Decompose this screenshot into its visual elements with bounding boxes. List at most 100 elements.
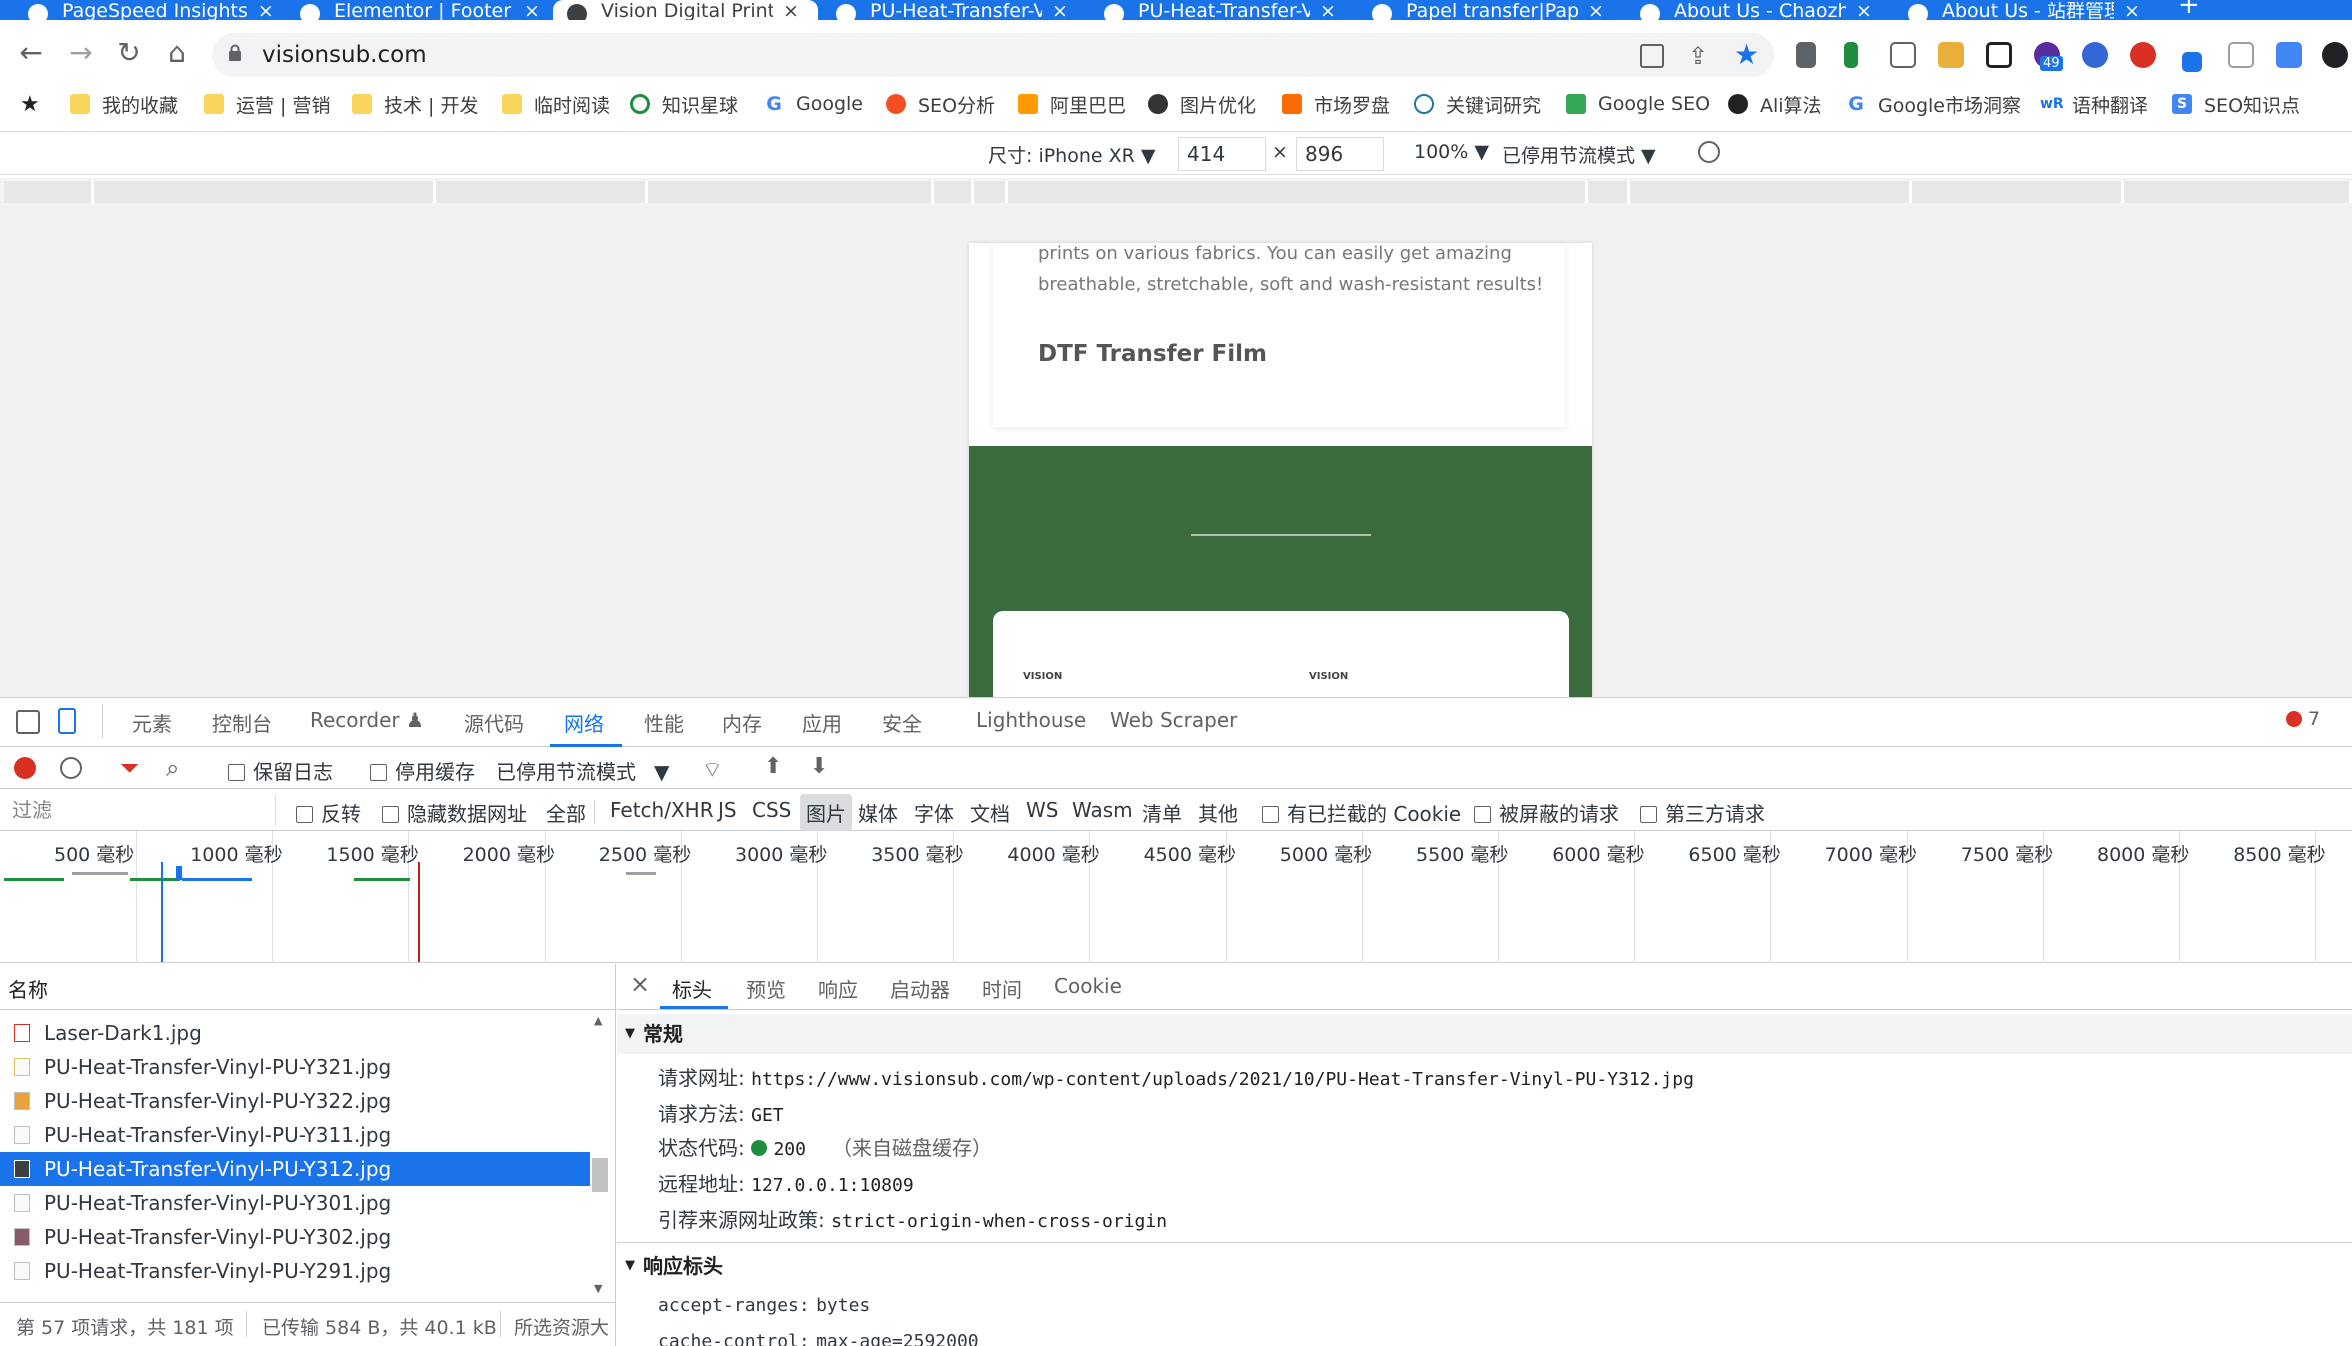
bookmark-item[interactable]: 我的收藏 [70, 92, 178, 117]
extension-icon[interactable] [1796, 42, 1816, 68]
bookmark-item[interactable]: SEO分析 [886, 92, 995, 117]
preserve-log-checkbox[interactable]: 保留日志 [228, 756, 333, 785]
device-size-dropdown[interactable]: 尺寸: iPhone XR ▼ [988, 141, 1155, 168]
request-row-selected[interactable]: PU-Heat-Transfer-Vinyl-PU-Y312.jpg [0, 1152, 590, 1186]
devtools-tab-network[interactable]: 网络 [564, 708, 604, 737]
media-query-segment[interactable] [436, 181, 648, 203]
forward-icon[interactable]: → [64, 36, 98, 70]
address-bar[interactable] [212, 33, 1774, 77]
bookmark-item[interactable]: 阿里巴巴 [1018, 92, 1126, 117]
detail-tab-headers[interactable]: 标头 [672, 974, 712, 1003]
close-icon[interactable]: × [258, 2, 274, 21]
tab-pu-heat-2[interactable]: PU-Heat-Transfer-V × [1104, 0, 1344, 20]
devtools-tab-security[interactable]: 安全 [882, 708, 922, 737]
media-query-segment[interactable] [4, 181, 94, 203]
device-width-input[interactable]: 414 [1178, 137, 1266, 171]
bookmark-item[interactable]: 技术 | 开发 [352, 92, 478, 117]
filter-input[interactable]: 过滤 [4, 794, 276, 826]
media-query-segment[interactable] [1912, 181, 2124, 203]
bookmark-item[interactable]: 临时阅读 [502, 92, 610, 117]
media-query-segment[interactable] [2124, 181, 2352, 203]
devtools-tab-recorder[interactable]: Recorder ♟ [310, 708, 424, 732]
close-icon[interactable]: × [1320, 2, 1336, 21]
devtools-tab-console[interactable]: 控制台 [212, 708, 272, 737]
close-icon[interactable]: × [1856, 2, 1872, 21]
clear-icon[interactable] [60, 757, 82, 779]
image-extension-icon[interactable] [1938, 42, 1964, 68]
lock-icon[interactable] [228, 44, 242, 62]
share-icon[interactable]: ⇪ [1688, 42, 1708, 70]
blocked-cookies-checkbox[interactable]: 有已拦截的 Cookie [1262, 798, 1461, 827]
picture-in-picture-icon[interactable] [1986, 42, 2012, 68]
media-query-segment[interactable] [934, 181, 974, 203]
detail-tab-response[interactable]: 响应 [818, 974, 858, 1003]
search-icon[interactable]: ⌕ [166, 754, 179, 782]
type-filter-wasm[interactable]: Wasm [1072, 798, 1133, 822]
network-throttle-dropdown[interactable]: 已停用节流模式 ▼ [496, 756, 669, 785]
bookmark-item[interactable]: Ali算法 [1728, 92, 1822, 117]
type-filter-doc[interactable]: 文档 [970, 798, 1010, 827]
media-query-segment[interactable] [1008, 181, 1588, 203]
extension-icon[interactable] [2228, 42, 2254, 68]
translate-icon[interactable] [1640, 44, 1664, 68]
third-party-checkbox[interactable]: 第三方请求 [1640, 798, 1765, 827]
hide-data-urls-checkbox[interactable]: 隐藏数据网址 [382, 798, 527, 827]
tab-pagespeed[interactable]: PageSpeed Insights × [28, 0, 278, 20]
device-toggle-icon[interactable] [58, 708, 76, 734]
general-section-header[interactable]: ▼ 常规 [617, 1014, 2352, 1054]
bookmark-item[interactable]: Google SEO [1566, 92, 1710, 116]
request-row[interactable]: PU-Heat-Transfer-Vinyl-PU-Y301.jpg [0, 1186, 590, 1220]
filter-icon[interactable]: ⏷ [120, 754, 139, 782]
devtools-tab-memory[interactable]: 内存 [722, 708, 762, 737]
checkbox[interactable] [296, 806, 313, 823]
type-filter-other[interactable]: 其他 [1198, 798, 1238, 827]
record-icon[interactable] [14, 757, 36, 779]
type-filter-fetch[interactable]: Fetch/XHR [610, 798, 714, 822]
type-filter-ws[interactable]: WS [1026, 798, 1058, 822]
import-har-icon[interactable]: ⬆ [764, 754, 782, 779]
checkbox[interactable] [370, 764, 387, 781]
bookmark-item[interactable]: 运营 | 营销 [204, 92, 330, 117]
media-query-segment[interactable] [974, 181, 1008, 203]
back-icon[interactable]: ← [14, 36, 48, 70]
devtools-tab-performance[interactable]: 性能 [644, 708, 684, 737]
bookmark-item[interactable]: G Google [764, 92, 863, 116]
media-query-segment[interactable] [648, 181, 934, 203]
puzzle-icon[interactable] [2276, 42, 2302, 68]
bookmark-item[interactable]: 图片优化 [1148, 92, 1256, 117]
close-icon[interactable]: × [1588, 2, 1604, 21]
bookmarks-star-icon[interactable]: ★ [20, 92, 40, 117]
bookmark-item[interactable]: wR 语种翻译 [2040, 92, 2148, 117]
export-har-icon[interactable]: ⬇ [810, 754, 828, 779]
error-counter[interactable]: 7 [2286, 708, 2320, 730]
devtools-tab-lighthouse[interactable]: Lighthouse [976, 708, 1086, 732]
request-row[interactable]: PU-Heat-Transfer-Vinyl-PU-Y291.jpg [0, 1254, 590, 1288]
detail-tab-preview[interactable]: 预览 [746, 974, 786, 1003]
request-row[interactable]: Laser-Dark1.jpg [0, 1016, 590, 1050]
extension-icon[interactable] [2082, 42, 2108, 68]
pokeball-icon[interactable] [2130, 42, 2156, 68]
close-icon[interactable]: × [1052, 2, 1068, 21]
camera-icon[interactable] [1890, 42, 1916, 68]
type-filter-manifest[interactable]: 清单 [1142, 798, 1182, 827]
invert-checkbox[interactable]: 反转 [296, 798, 361, 827]
type-filter-font[interactable]: 字体 [914, 798, 954, 827]
request-row[interactable]: PU-Heat-Transfer-Vinyl-PU-Y321.jpg [0, 1050, 590, 1084]
detail-tab-initiator[interactable]: 启动器 [890, 974, 950, 1003]
detail-tab-cookies[interactable]: Cookie [1054, 974, 1122, 998]
reload-icon[interactable]: ↻ [112, 36, 146, 70]
checkbox[interactable] [228, 764, 245, 781]
checkbox[interactable] [1640, 806, 1657, 823]
close-icon[interactable]: × [2124, 2, 2140, 21]
home-icon[interactable]: ⌂ [160, 36, 194, 70]
type-filter-media[interactable]: 媒体 [858, 798, 898, 827]
disable-cache-checkbox[interactable]: 停用缓存 [370, 756, 475, 785]
tab-elementor[interactable]: Elementor | Footer × [300, 0, 540, 20]
request-row[interactable]: PU-Heat-Transfer-Vinyl-PU-Y311.jpg [0, 1118, 590, 1152]
name-column-header[interactable]: 名称 [0, 964, 616, 1010]
media-query-segment[interactable] [1588, 181, 1630, 203]
type-filter-img[interactable]: 图片 [800, 794, 852, 831]
request-row[interactable]: PU-Heat-Transfer-Vinyl-PU-Y322.jpg [0, 1084, 590, 1118]
tab-about-zhanqun[interactable]: About Us - 站群管理 × [1908, 0, 2148, 20]
devtools-tab-sources[interactable]: 源代码 [464, 708, 524, 737]
